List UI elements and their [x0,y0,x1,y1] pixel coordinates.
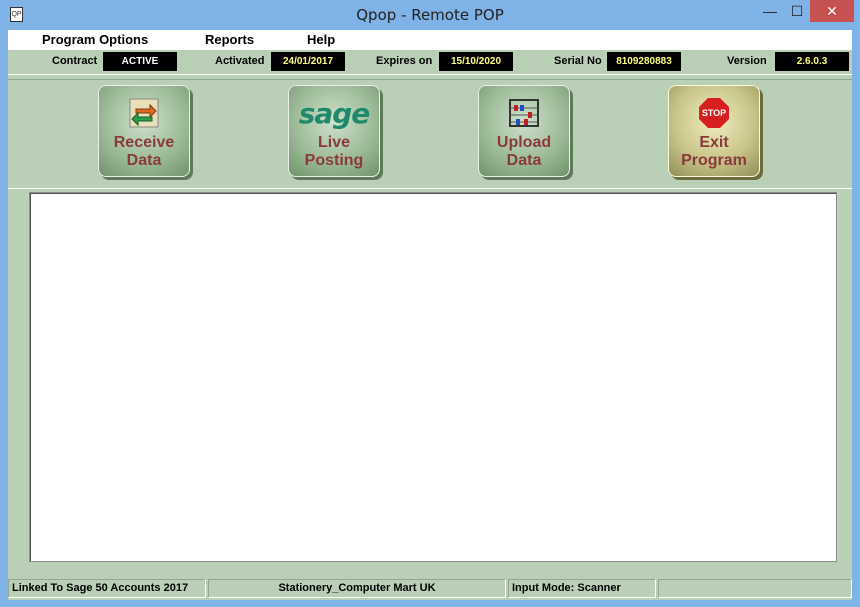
status-extra [658,579,852,598]
status-input-mode: Input Mode: Scanner [508,579,656,598]
window-title: Qpop - Remote POP [356,6,504,24]
menu-program-options[interactable]: Program Options [42,32,148,47]
menu-help[interactable]: Help [307,32,335,47]
exit-program-button[interactable]: STOP Exit Program [668,85,760,177]
activated-date: 24/01/2017 [271,52,345,71]
upload-data-button[interactable]: Upload Data [478,85,570,177]
log-output-panel[interactable] [29,192,837,562]
maximize-button[interactable]: ☐ [784,0,810,22]
contract-label: Contract [52,55,98,67]
menu-bar: Program Options Reports Help [8,30,852,50]
version-label: Version [727,55,767,67]
expires-date: 15/10/2020 [439,52,513,71]
abacus-icon [509,99,539,127]
receive-data-button[interactable]: Receive Data [98,85,190,177]
status-company: Stationery_Computer Mart UK [208,579,506,598]
status-linked: Linked To Sage 50 Accounts 2017 [8,579,206,598]
serial-number: 8109280883 [607,52,681,71]
title-bar[interactable]: QP Qpop - Remote POP — ☐ ✕ [0,0,860,30]
license-info-bar: Contract ACTIVE Activated 24/01/2017 Exp… [8,50,852,75]
minimize-icon: — [763,3,777,19]
live-posting-label: Live Posting [304,134,364,169]
minimize-button[interactable]: — [756,0,784,22]
status-bar: Linked To Sage 50 Accounts 2017 Statione… [8,578,852,600]
expires-label: Expires on [376,55,433,67]
sync-arrows-icon [129,98,159,128]
contract-status-badge: ACTIVE [103,52,177,71]
maximize-icon: ☐ [790,3,804,19]
serial-label: Serial No [554,55,602,67]
toolbar: Receive Data sage Live Posting Upload Da… [8,79,852,189]
exit-program-label: Exit Program [681,134,747,169]
stop-sign-icon: STOP [699,98,729,128]
live-posting-button[interactable]: sage Live Posting [288,85,380,177]
activated-label: Activated [215,55,265,67]
client-area: Program Options Reports Help Contract AC… [8,30,852,600]
menu-reports[interactable]: Reports [205,32,254,47]
sage-logo-icon: sage [298,96,371,130]
upload-data-label: Upload Data [496,134,552,169]
version-number: 2.6.0.3 [775,52,849,71]
close-button[interactable]: ✕ [810,0,854,22]
receive-data-label: Receive Data [113,134,175,169]
close-icon: ✕ [826,3,838,19]
application-window: QP Qpop - Remote POP — ☐ ✕ Program Optio… [0,0,860,607]
